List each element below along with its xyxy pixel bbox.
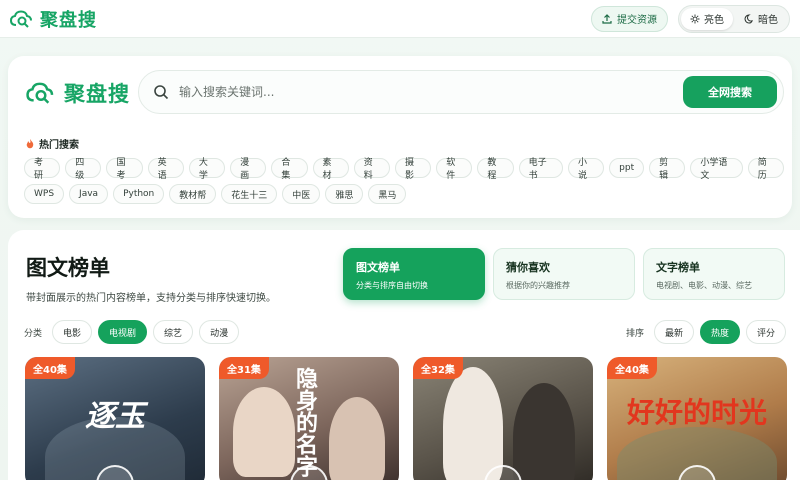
submit-resource-label: 提交资源	[617, 15, 657, 26]
mode-subtitle: 根据你的兴趣推荐	[506, 281, 570, 290]
hot-tag[interactable]: 软件	[436, 158, 473, 181]
theme-dark-label: 暗色	[758, 15, 778, 26]
poster-art	[233, 387, 295, 477]
cloud-search-icon	[26, 82, 54, 104]
hot-tag[interactable]: 剪辑	[649, 158, 686, 181]
category-filter: 分类 电影 电视剧 综艺 动漫	[24, 320, 240, 344]
hot-tag[interactable]: 漫画	[230, 158, 267, 181]
hot-tag[interactable]: 摄影	[394, 158, 432, 181]
hot-tag[interactable]: 黑马	[368, 184, 407, 204]
poster-card[interactable]: 全32集	[413, 357, 593, 480]
hot-tag[interactable]: 教材帮	[169, 184, 217, 204]
theme-dark-button[interactable]: 暗色	[735, 8, 787, 30]
hot-tag[interactable]: 资料	[353, 158, 390, 181]
episode-badge: 全31集	[219, 357, 269, 379]
ranking-mode-tabs: 图文榜单 分类与排序自由切换 猜你喜欢 根据你的兴趣推荐 文字榜单 电视剧、电影…	[343, 248, 785, 300]
poster-art	[443, 367, 503, 480]
tab-recommendations[interactable]: 猜你喜欢 根据你的兴趣推荐	[493, 248, 635, 300]
search-input[interactable]	[179, 85, 683, 99]
moon-icon	[744, 13, 753, 23]
hot-tag[interactable]: 中医	[282, 184, 321, 204]
mode-subtitle: 分类与排序自由切换	[356, 281, 428, 290]
hot-tag[interactable]: 英语	[147, 158, 184, 181]
ranking-section: 图文榜单 带封面展示的热门内容榜单，支持分类与排序快速切换。 图文榜单 分类与排…	[8, 230, 800, 480]
hot-tag[interactable]: 花生十三	[221, 184, 278, 204]
mode-name: 猜你喜欢	[506, 261, 550, 274]
tab-image-ranking[interactable]: 图文榜单 分类与排序自由切换	[343, 248, 485, 300]
search-icon	[154, 85, 169, 100]
category-chip-tv[interactable]: 电视剧	[98, 320, 148, 344]
search-box: 全网搜索	[138, 70, 784, 114]
sort-chip-hot[interactable]: 热度	[699, 320, 740, 344]
cloud-search-icon	[10, 9, 32, 28]
hot-tag[interactable]: 小学语文	[690, 158, 743, 181]
submit-resource-button[interactable]: 提交资源	[591, 5, 668, 32]
hot-tag[interactable]: 大学	[188, 158, 226, 181]
fire-icon	[26, 138, 34, 148]
poster-card[interactable]: 全40集 逐玉	[25, 357, 205, 480]
category-label: 分类	[24, 328, 43, 339]
episode-badge: 全40集	[607, 357, 657, 379]
brand-name: 聚盘搜	[40, 9, 97, 31]
hot-tag[interactable]: 素材	[312, 158, 349, 181]
search-brand: 聚盘搜	[26, 78, 130, 108]
hot-tag[interactable]: 考研	[24, 158, 61, 181]
hot-tag[interactable]: 合集	[271, 158, 308, 181]
hot-tag[interactable]: 四级	[65, 158, 102, 181]
poster-card[interactable]: 全40集 好好的时光	[607, 357, 787, 480]
mode-name: 文字榜单	[656, 261, 700, 274]
brand[interactable]: 聚盘搜	[10, 6, 97, 32]
poster-title: 逐玉	[85, 399, 145, 434]
theme-light-label: 亮色	[704, 15, 724, 26]
search-brand-name: 聚盘搜	[64, 82, 130, 106]
hot-tag[interactable]: Python	[113, 184, 165, 204]
tab-text-ranking[interactable]: 文字榜单 电视剧、电影、动漫、综艺	[643, 248, 785, 300]
hot-tag[interactable]: 国考	[106, 158, 143, 181]
episode-badge: 全32集	[413, 357, 463, 379]
top-bar: 聚盘搜 提交资源 亮色 暗色	[0, 0, 800, 38]
ranking-description: 带封面展示的热门内容榜单，支持分类与排序快速切换。	[26, 293, 276, 304]
sort-filter: 排序 最新 热度 评分	[626, 320, 786, 344]
poster-grid: 全40集 逐玉 全31集 隐身的名字 全32集 全40集 好好的时光	[25, 357, 787, 480]
hot-tag[interactable]: Java	[69, 184, 109, 204]
category-chip-anime[interactable]: 动漫	[199, 320, 240, 344]
poster-title: 隐身的名字	[292, 367, 318, 477]
theme-toggle: 亮色 暗色	[678, 4, 790, 33]
hot-tag[interactable]: 教程	[477, 158, 514, 181]
poster-art	[329, 397, 385, 480]
hot-search-title: 热门搜索	[26, 136, 79, 151]
category-chip-movie[interactable]: 电影	[52, 320, 93, 344]
poster-title: 好好的时光	[626, 396, 767, 429]
hot-tag[interactable]: 电子书	[518, 158, 563, 181]
hot-tag[interactable]: 雅思	[325, 184, 364, 204]
upload-icon	[602, 13, 612, 24]
poster-card[interactable]: 全31集 隐身的名字	[219, 357, 399, 480]
theme-light-button[interactable]: 亮色	[681, 7, 733, 30]
sun-icon	[690, 14, 700, 23]
sort-label: 排序	[625, 328, 644, 339]
sort-chip-latest[interactable]: 最新	[653, 320, 694, 344]
hot-tag[interactable]: WPS	[24, 184, 65, 204]
hot-tag[interactable]: 小说	[567, 158, 605, 181]
search-card: 聚盘搜 全网搜索 热门搜索 考研四级国考英语大学漫画合集素材资料摄影软件教程电子…	[8, 56, 792, 218]
episode-badge: 全40集	[25, 357, 75, 379]
hot-tags-row: WPS Java Python 教材帮 花生十三 中医 雅思 黑马	[24, 184, 784, 204]
hot-tags: 考研 四级 国考 英语 大学 漫画 合集 素材 资料 摄影 软件 教程 电子书 小说 ppt 剪辑 小学语文 简历…	[24, 158, 784, 210]
sort-chip-rating[interactable]: 评分	[745, 320, 786, 344]
ranking-title: 图文榜单	[26, 256, 110, 280]
mode-name: 图文榜单	[356, 261, 400, 274]
mode-subtitle: 电视剧、电影、动漫、综艺	[656, 281, 752, 290]
poster-art	[513, 383, 575, 480]
hot-search-label: 热门搜索	[39, 140, 79, 151]
hot-tag[interactable]: 简历	[747, 158, 784, 181]
hot-tags-row: 考研 四级 国考 英语 大学 漫画 合集 素材 资料 摄影 软件 教程 电子书 小说 ppt 剪辑 小学语文 简历	[24, 158, 784, 181]
category-chip-variety[interactable]: 综艺	[153, 320, 194, 344]
hot-tag[interactable]: ppt	[609, 158, 645, 178]
search-button[interactable]: 全网搜索	[683, 76, 777, 108]
